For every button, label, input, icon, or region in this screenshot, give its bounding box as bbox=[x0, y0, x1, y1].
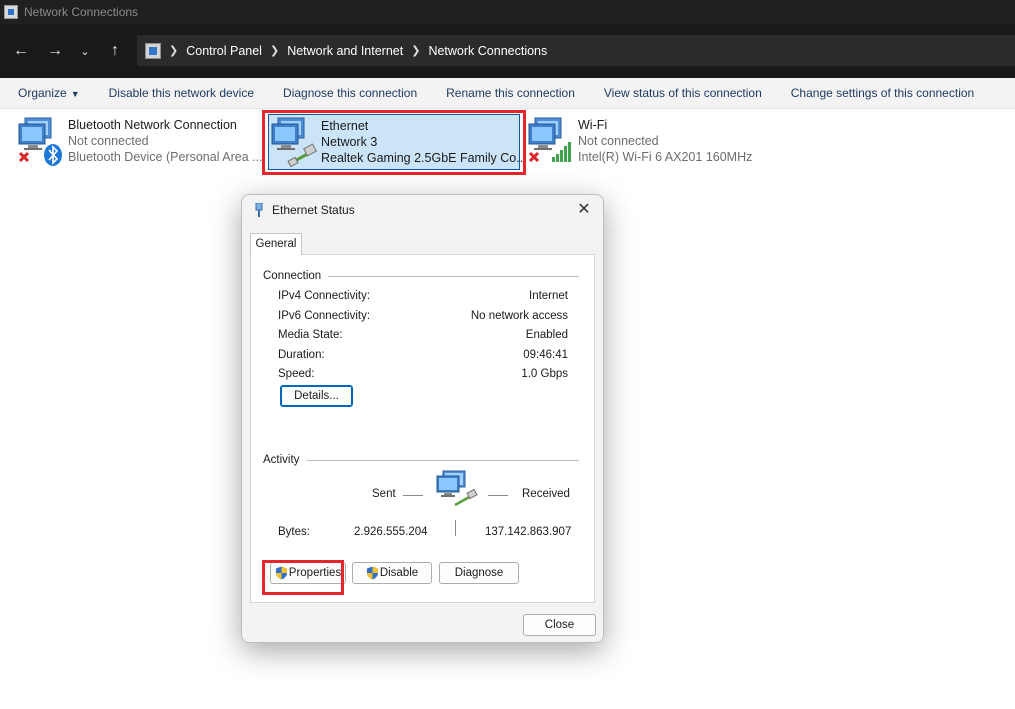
duration-value: 09:46:41 bbox=[523, 349, 568, 361]
connection-item-wifi[interactable]: Wi-Fi Not connected Intel(R) Wi-Fi 6 AX2… bbox=[526, 114, 766, 172]
connection-status: Not connected bbox=[68, 134, 149, 148]
change-settings-command[interactable]: Change settings of this connection bbox=[791, 86, 974, 100]
organize-menu[interactable]: Organize ▼ bbox=[18, 86, 80, 100]
uac-shield-icon bbox=[275, 566, 287, 580]
window-titlebar: Network Connections bbox=[0, 0, 1015, 24]
breadcrumb-separator-icon: ❯ bbox=[169, 45, 179, 57]
ethernet-plug-icon bbox=[254, 202, 264, 217]
media-state-label: Media State: bbox=[278, 329, 343, 341]
diagnose-button[interactable]: Diagnose bbox=[439, 562, 519, 584]
forward-arrow-icon[interactable]: → bbox=[38, 42, 72, 60]
control-panel-icon bbox=[145, 42, 161, 59]
address-bar[interactable]: ❯ Control Panel ❯ Network and Internet ❯… bbox=[137, 35, 1015, 66]
details-button[interactable]: Details... bbox=[280, 385, 353, 407]
sent-dash bbox=[403, 495, 423, 496]
connection-status: Network 3 bbox=[321, 135, 378, 149]
close-button[interactable]: Close bbox=[523, 614, 596, 636]
address-toolbar: ← → ⌄ ↑ ❯ Control Panel ❯ Network and In… bbox=[0, 24, 1015, 78]
speed-value: 1.0 Gbps bbox=[521, 368, 568, 380]
activity-group-label: Activity bbox=[263, 454, 300, 466]
dropdown-caret-icon: ▼ bbox=[70, 89, 80, 99]
bytes-label: Bytes: bbox=[278, 526, 310, 538]
uac-shield-icon bbox=[366, 566, 378, 580]
speed-label: Speed: bbox=[278, 368, 315, 380]
back-arrow-icon[interactable]: ← bbox=[4, 42, 38, 60]
media-state-value: Enabled bbox=[525, 329, 568, 341]
bytes-sent-value: 2.926.555.204 bbox=[354, 526, 428, 538]
view-status-command[interactable]: View status of this connection bbox=[604, 86, 762, 100]
connection-device: Intel(R) Wi-Fi 6 AX201 160MHz bbox=[578, 150, 753, 164]
rename-connection-command[interactable]: Rename this connection bbox=[446, 86, 575, 100]
disable-button[interactable]: Disable bbox=[352, 562, 432, 584]
breadcrumb-separator-icon[interactable]: ❯ bbox=[270, 44, 279, 57]
breadcrumb-network-and-internet[interactable]: Network and Internet bbox=[287, 44, 403, 58]
up-arrow-icon[interactable]: ↑ bbox=[98, 42, 132, 60]
bytes-divider bbox=[455, 520, 456, 536]
tab-general[interactable]: General bbox=[250, 233, 302, 255]
connection-name: Wi-Fi bbox=[578, 118, 608, 132]
sent-label: Sent bbox=[372, 488, 396, 500]
connection-device: Realtek Gaming 2.5GbE Family Co... bbox=[321, 151, 527, 165]
connection-status: Not connected bbox=[578, 134, 659, 148]
wifi-computer-icon bbox=[526, 114, 578, 168]
network-activity-icon bbox=[435, 469, 479, 509]
disable-device-command[interactable]: Disable this network device bbox=[109, 86, 254, 100]
dialog-titlebar: Ethernet Status bbox=[242, 195, 603, 225]
disable-label: Disable bbox=[379, 567, 419, 579]
connection-name: Bluetooth Network Connection bbox=[68, 118, 237, 132]
general-tab-panel: Connection IPv4 Connectivity: Internet I… bbox=[250, 254, 595, 603]
close-icon[interactable]: ✕ bbox=[575, 201, 593, 219]
received-label: Received bbox=[522, 488, 570, 500]
control-panel-icon bbox=[4, 5, 18, 19]
diagnose-connection-command[interactable]: Diagnose this connection bbox=[283, 86, 417, 100]
dialog-title: Ethernet Status bbox=[272, 203, 355, 217]
ethernet-computer-icon bbox=[269, 115, 321, 169]
breadcrumb-control-panel[interactable]: Control Panel bbox=[186, 44, 262, 58]
connection-item-bluetooth[interactable]: Bluetooth Network Connection Not connect… bbox=[16, 114, 263, 172]
breadcrumb-network-connections[interactable]: Network Connections bbox=[428, 44, 547, 58]
divider bbox=[328, 276, 579, 277]
ipv6-label: IPv6 Connectivity: bbox=[278, 310, 371, 322]
ipv6-value: No network access bbox=[470, 310, 568, 322]
connection-group-label: Connection bbox=[263, 270, 322, 282]
ethernet-status-dialog: Ethernet Status ✕ General Connection IPv… bbox=[241, 194, 604, 643]
command-bar: Organize ▼ Disable this network device Di… bbox=[0, 78, 1015, 109]
bytes-received-value: 137.142.863.907 bbox=[485, 526, 572, 538]
properties-label: Properties bbox=[288, 567, 342, 579]
connection-name: Ethernet bbox=[321, 119, 369, 133]
divider bbox=[307, 460, 579, 461]
properties-button[interactable]: Properties bbox=[270, 562, 346, 584]
ipv4-label: IPv4 Connectivity: bbox=[278, 290, 371, 302]
recent-locations-chevron-icon[interactable]: ⌄ bbox=[72, 45, 98, 58]
connection-item-ethernet[interactable]: Ethernet Network 3 Realtek Gaming 2.5GbE… bbox=[268, 114, 527, 170]
received-dash bbox=[488, 495, 508, 496]
window-title: Network Connections bbox=[24, 5, 139, 19]
network-computer-icon bbox=[16, 114, 68, 168]
duration-label: Duration: bbox=[278, 349, 325, 361]
breadcrumb-separator-icon[interactable]: ❯ bbox=[411, 44, 420, 57]
connection-device: Bluetooth Device (Personal Area ... bbox=[68, 150, 263, 164]
ipv4-value: Internet bbox=[529, 290, 568, 302]
